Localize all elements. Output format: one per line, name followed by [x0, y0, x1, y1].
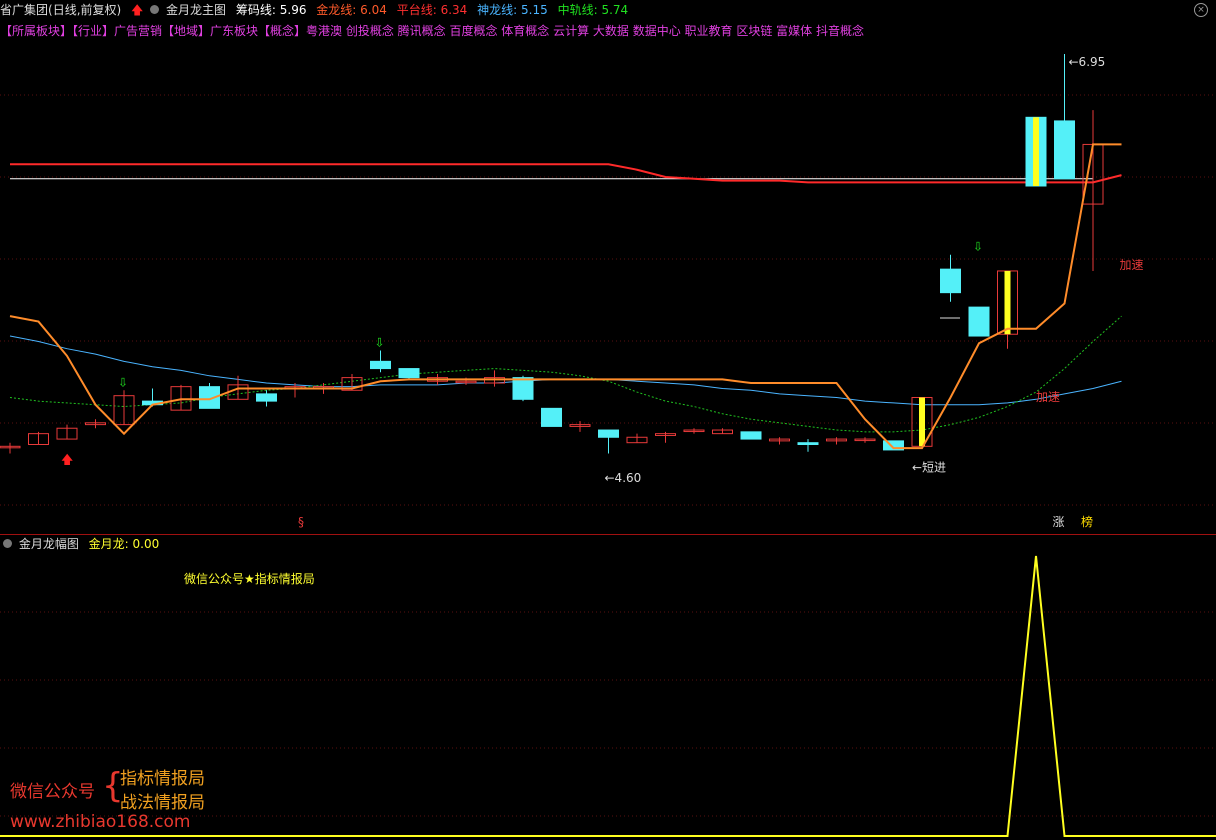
candle-body — [1054, 120, 1075, 180]
sell-arrow-icon: ⇩ — [375, 336, 385, 350]
buy-arrow-icon: 🡅 — [61, 453, 73, 467]
signal-bar — [919, 397, 925, 447]
low-label: ←4.60 — [605, 471, 642, 485]
watermark-line1: 指标情报局 — [120, 769, 205, 789]
main-chart[interactable]: ←6.95←4.60←短进加速加速§ 涨榜🡅⇩⇩⇩ — [0, 0, 1216, 840]
god-line — [9, 335, 1122, 406]
accel-label-2: 加速 — [1036, 390, 1060, 404]
accel-label-1: 加速 — [1120, 258, 1144, 272]
watermark-label: 微信公众号 — [10, 782, 95, 802]
candle-body — [598, 429, 619, 438]
signal-bar — [1004, 270, 1011, 335]
mark-s: § — [298, 515, 304, 529]
candle-body — [940, 268, 961, 294]
candle-body — [541, 407, 562, 427]
gold-line — [9, 143, 1122, 450]
candle-body — [797, 442, 819, 446]
watermark: 微信公众号 { 指标情报局 战法情报局 www.zhibiao168.com — [10, 760, 240, 838]
mark-bang: 榜 — [1081, 514, 1093, 529]
candle-body — [968, 306, 990, 337]
high-label: ←6.95 — [1069, 55, 1106, 69]
candle-body — [398, 368, 420, 379]
plat-line — [10, 163, 1122, 184]
signal-bar — [1033, 117, 1039, 186]
sell-arrow-icon: ⇩ — [973, 240, 983, 254]
mark-zhang: 涨 — [1053, 514, 1065, 529]
candle-body — [512, 377, 534, 400]
candle-body — [256, 393, 277, 402]
watermark-line2: 战法情报局 — [120, 793, 205, 813]
candle-body — [370, 360, 391, 370]
sell-arrow-icon: ⇩ — [118, 375, 128, 389]
watermark-url: www.zhibiao168.com — [10, 812, 191, 832]
mid-line — [9, 315, 1122, 433]
short-entry-label: ←短进 — [912, 461, 946, 475]
candle-body — [740, 431, 762, 440]
